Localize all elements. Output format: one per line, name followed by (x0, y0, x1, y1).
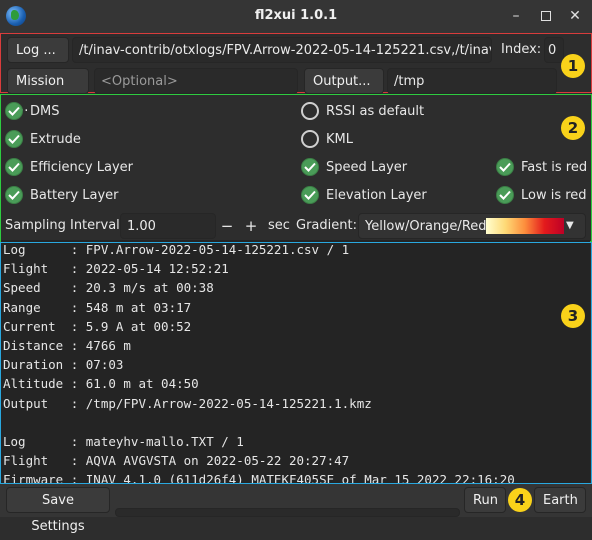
run-button[interactable]: Run (464, 487, 506, 513)
window-title: fl2xui 1.0.1 (254, 8, 338, 23)
log-line: Output : /tmp/FPV.Arrow-2022-05-14-12522… (3, 395, 372, 411)
efficiency-layer-label: Efficiency Layer (30, 160, 133, 175)
battery-layer-label: Battery Layer (30, 188, 119, 203)
earth-button[interactable]: Earth (534, 487, 586, 513)
log-path-field[interactable]: /t/inav-contrib/otxlogs/FPV.Arrow-2022-0… (72, 37, 492, 63)
extrude-label: Extrude (30, 132, 81, 147)
check-icon (301, 186, 319, 204)
output-button[interactable]: Output... (304, 68, 384, 94)
log-line: Log : FPV.Arrow-2022-05-14-125221.csv / … (3, 242, 350, 257)
badge-3: 3 (561, 304, 585, 328)
log-line: Altitude : 61.0 m at 04:50 (3, 376, 199, 392)
check-icon (496, 186, 514, 204)
check-icon (496, 158, 514, 176)
log-line: Current : 5.9 A at 00:52 (3, 318, 192, 334)
decrement-button[interactable]: − (220, 213, 234, 239)
unchecked-icon (301, 102, 319, 120)
log-line: Flight : AQVA AVGVSTA on 2022-05-22 20:2… (3, 453, 350, 469)
log-line: Firmware : INAV 4.1.0 (611d26f4) MATEKF4… (3, 472, 515, 484)
mission-field[interactable]: <Optional> (94, 68, 298, 94)
check-icon (5, 158, 23, 176)
speed-layer-label: Speed Layer (326, 160, 408, 175)
check-icon (5, 186, 23, 204)
check-icon (5, 130, 23, 148)
gradient-label: Gradient: (296, 218, 357, 233)
check-icon (5, 102, 23, 120)
sec-label: sec (268, 218, 290, 233)
badge-2: 2 (561, 116, 585, 140)
gradient-swatch (486, 218, 564, 234)
index-label: Index: (501, 42, 542, 57)
sampling-interval-field[interactable]: 1.00 (120, 213, 216, 239)
minimize-icon[interactable]: – (505, 6, 527, 26)
log-line: Distance : 4766 m (3, 337, 131, 353)
log-line: Log : mateyhv-mallo.TXT / 1 (3, 433, 244, 449)
log-line: Duration : 07:03 (3, 357, 124, 373)
progress-bar (115, 508, 460, 517)
gradient-value: Yellow/Orange/Red (365, 219, 487, 234)
mission-button[interactable]: Mission ... (7, 68, 89, 115)
log-line: Speed : 20.3 m/s at 00:38 (3, 280, 214, 296)
maximize-icon[interactable] (535, 6, 557, 26)
fast-is-red-label: Fast is red (521, 160, 588, 175)
title-bar: fl2xui 1.0.1 – ✕ (0, 0, 592, 34)
kml-label: KML (326, 132, 353, 147)
dropdown-arrow-icon[interactable]: ▼ (566, 213, 574, 239)
save-settings-button[interactable]: Save Settings (6, 487, 110, 534)
unchecked-icon (301, 130, 319, 148)
low-is-red-label: Low is red (521, 188, 587, 203)
increment-button[interactable]: + (244, 213, 258, 239)
log-button[interactable]: Log ... (7, 37, 69, 63)
close-icon[interactable]: ✕ (564, 6, 586, 26)
rssi-label: RSSI as default (326, 104, 425, 119)
index-field[interactable]: 0 (544, 37, 564, 63)
output-field[interactable]: /tmp (387, 68, 557, 94)
elevation-layer-label: Elevation Layer (326, 188, 427, 203)
sampling-interval-label: Sampling Interval (5, 218, 120, 233)
dms-label: DMS (30, 104, 60, 119)
badge-4: 4 (508, 488, 532, 512)
badge-1: 1 (561, 54, 585, 78)
log-line: Flight : 2022-05-14 12:52:21 (3, 261, 229, 277)
log-output[interactable]: Log : FPV.Arrow-2022-05-14-125221.csv / … (1, 240, 590, 484)
log-line: Range : 548 m at 03:17 (3, 299, 192, 315)
check-icon (301, 158, 319, 176)
